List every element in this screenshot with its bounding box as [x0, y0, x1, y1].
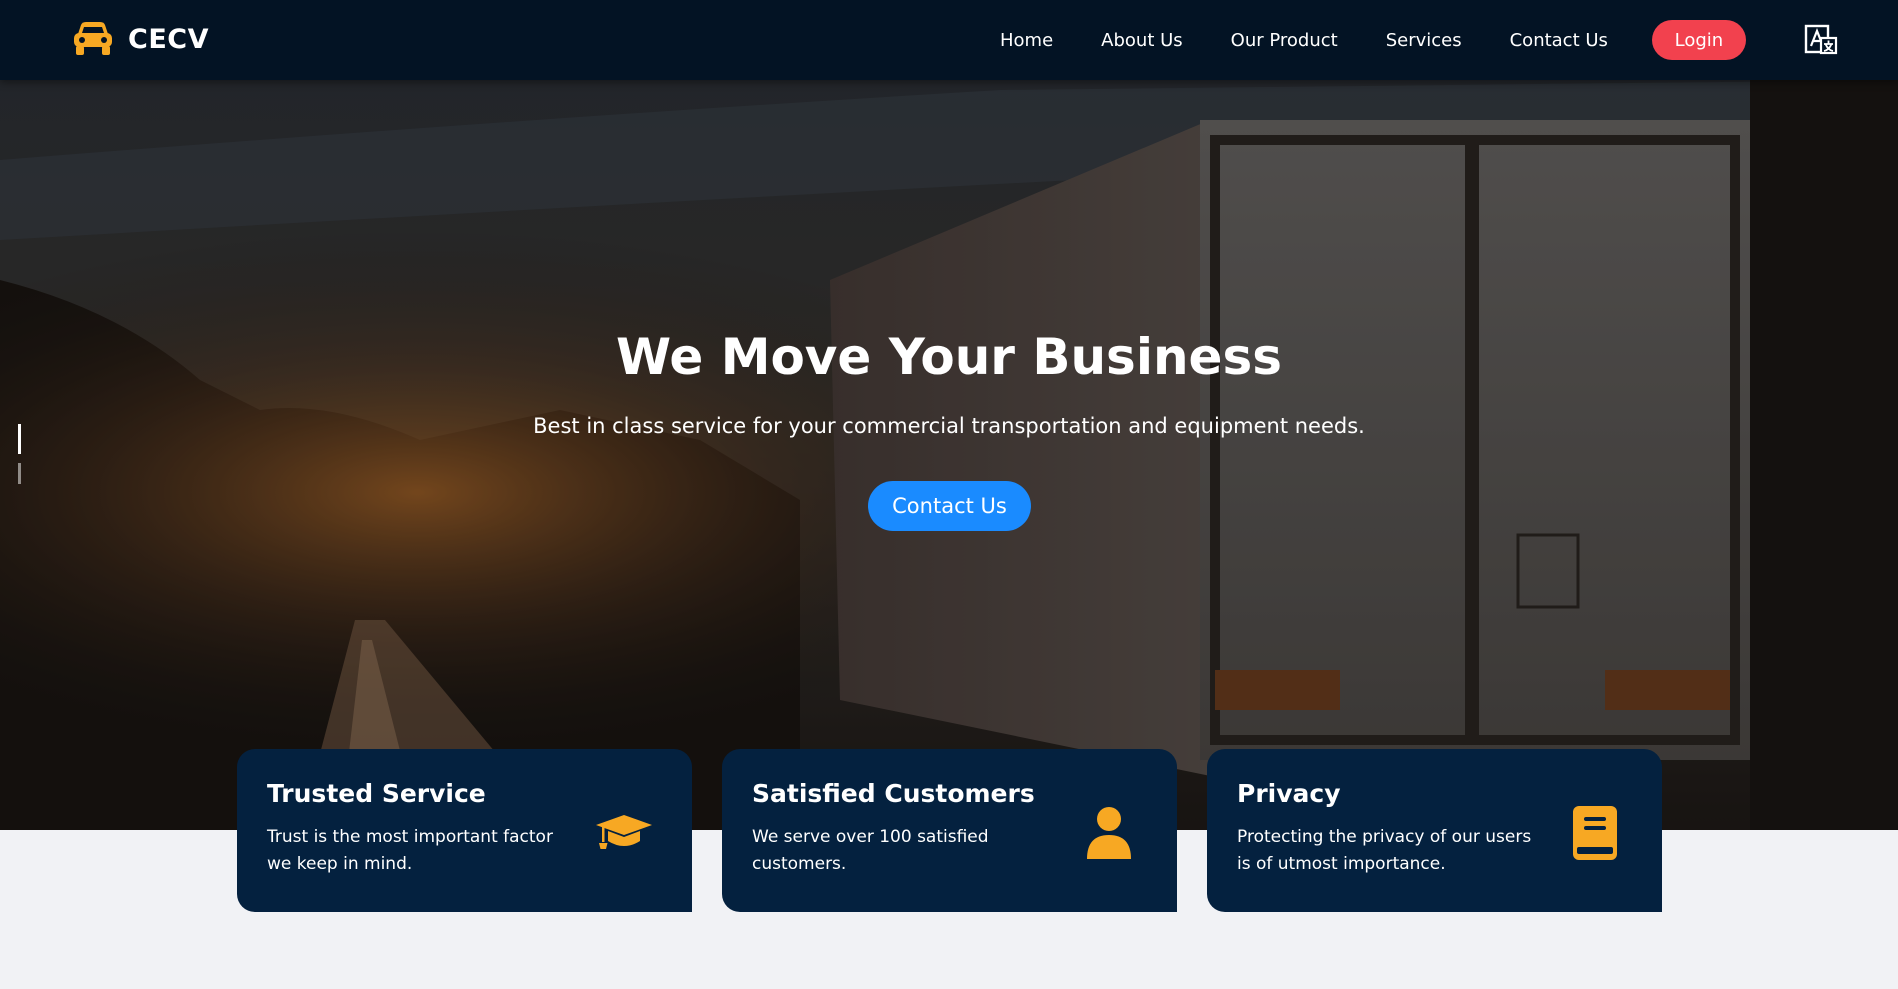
hero-section: We Move Your Business Best in class serv… [0, 80, 1898, 830]
brand-name: CECV [128, 23, 209, 55]
feature-card-privacy[interactable]: Privacy Protecting the privacy of our us… [1207, 749, 1662, 912]
hero-title: We Move Your Business [616, 328, 1282, 386]
nav-our-product[interactable]: Our Product [1231, 30, 1338, 51]
hero-subtitle: Best in class service for your commercia… [533, 414, 1365, 438]
graduation-cap-icon [596, 815, 652, 849]
hero-contact-button[interactable]: Contact Us [868, 481, 1031, 531]
slide-indicator-1[interactable] [18, 424, 21, 454]
top-navbar: CECV Home About Us Our Product Services … [0, 0, 1898, 80]
translate-icon[interactable] [1804, 24, 1838, 58]
feature-card-trusted-service[interactable]: Trusted Service Trust is the most import… [237, 749, 692, 912]
slide-indicator-2[interactable] [18, 463, 21, 484]
nav-home[interactable]: Home [1000, 30, 1053, 51]
feature-cards: Trusted Service Trust is the most import… [237, 749, 1662, 912]
login-button[interactable]: Login [1651, 20, 1746, 60]
feature-card-title: Satisfied Customers [752, 779, 1035, 808]
main-nav: Home About Us Our Product Services Conta… [1000, 20, 1746, 60]
feature-card-title: Trusted Service [267, 779, 486, 808]
feature-card-description: We serve over 100 satisfied customers. [752, 827, 989, 874]
user-icon [1087, 807, 1131, 859]
nav-services[interactable]: Services [1386, 30, 1462, 51]
feature-card-title: Privacy [1237, 779, 1341, 808]
book-icon [1573, 806, 1617, 860]
hero-background-image [0, 80, 1898, 830]
feature-card-satisfied-customers[interactable]: Satisfied Customers We serve over 100 sa… [722, 749, 1177, 912]
nav-about-us[interactable]: About Us [1101, 30, 1183, 51]
car-icon [74, 22, 112, 55]
brand-logo[interactable]: CECV [72, 20, 209, 58]
nav-contact-us[interactable]: Contact Us [1510, 30, 1608, 51]
feature-card-description: Protecting the privacy of our users is o… [1237, 827, 1532, 874]
feature-card-description: Trust is the most important factor we ke… [267, 827, 553, 874]
